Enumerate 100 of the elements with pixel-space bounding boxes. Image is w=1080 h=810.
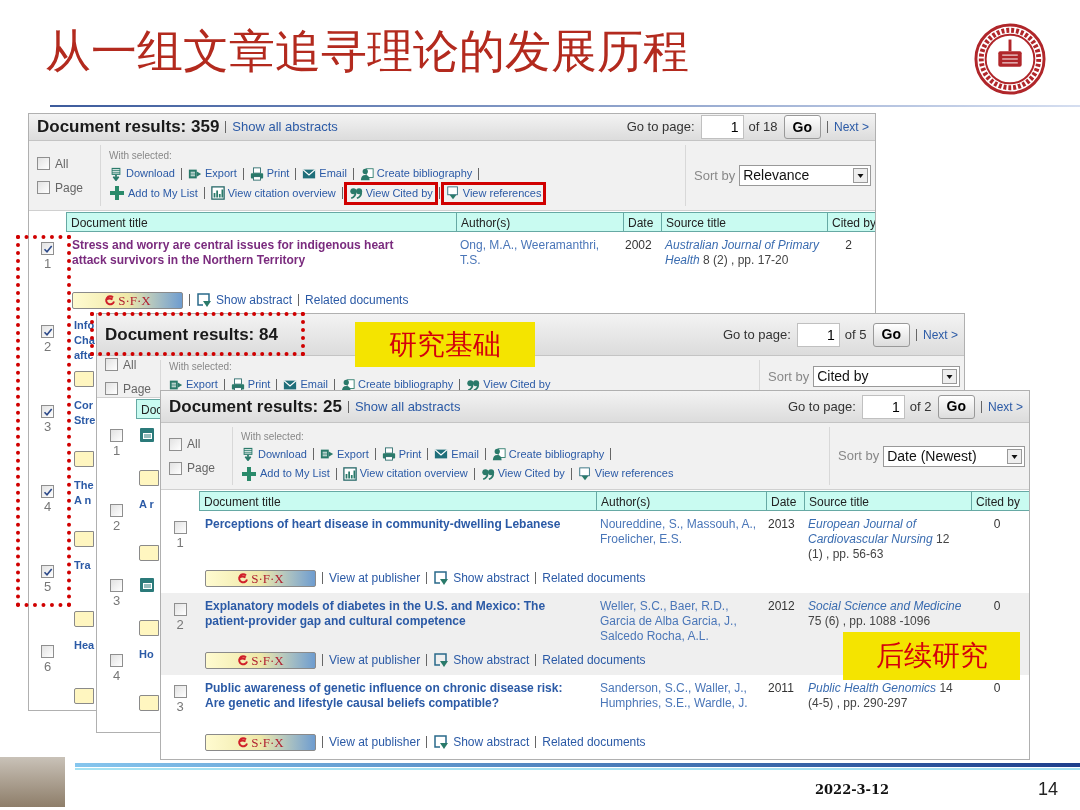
authors-link[interactable]: Noureddine, S., Massouh, A., Froelicher, E.S. [596,517,766,562]
toolbar-link[interactable]: Email [451,446,479,462]
checkbox[interactable] [105,382,118,395]
go-button[interactable]: Go [783,115,821,139]
checkbox[interactable] [41,485,54,498]
toolbar-link[interactable]: Print [266,166,290,181]
checkbox[interactable] [41,645,54,658]
column-header[interactable]: Author(s) [596,491,766,511]
toolbar-link[interactable]: View references [594,466,674,481]
toolbar-link[interactable]: View Cited by [483,377,551,392]
authors-link[interactable]: Ong, M.A., Weeramanthri, T.S. [456,238,623,268]
checkbox[interactable] [169,461,182,475]
toolbar-link[interactable]: Print [247,377,271,392]
page-field[interactable]: 1 [861,394,905,419]
show-abstracts-link[interactable]: Show all abstracts [354,396,461,417]
result-link[interactable]: Related documents [542,733,646,751]
checkbox[interactable] [105,358,118,371]
toolbar-link[interactable]: Export [186,377,218,392]
show-abstract-link[interactable]: Show abstract [433,651,530,669]
column-header[interactable]: Source title [661,212,827,232]
toolbar-link[interactable]: Download [126,166,175,181]
page-field[interactable]: 1 [700,115,744,139]
sfx-button[interactable] [74,371,94,387]
sfx-button[interactable] [74,531,94,547]
toolbar-link[interactable]: Download [258,446,307,462]
toolbar-link[interactable]: Export [204,166,237,181]
checkbox[interactable] [110,654,123,667]
toolbar-link[interactable]: Print [398,446,422,462]
column-header[interactable]: Cited by [971,491,1029,511]
sfx-button[interactable] [74,451,94,467]
column-header[interactable]: Source title [804,491,971,511]
document-title-link[interactable]: Stress and worry are central issues for indigenous heart attack survivors in the Northern Territory [72,238,456,268]
sfx-button[interactable]: S·F·X [205,651,316,669]
toolbar-link[interactable]: View citation overview [227,185,336,201]
checkbox[interactable] [169,437,182,451]
checkbox[interactable] [41,242,54,255]
toolbar-link[interactable]: View Cited by [497,466,565,481]
show-abstract-link[interactable]: Show abstract [433,569,530,587]
toolbar-link[interactable]: Email [319,166,347,181]
result-link[interactable]: Related documents [542,569,646,587]
sfx-button[interactable]: S·F·X [205,733,316,751]
sfx-button[interactable] [139,695,159,711]
column-header[interactable]: Author(s) [456,212,623,232]
toolbar-link[interactable]: View Cited by [365,185,433,201]
caret-icon[interactable] [1007,448,1022,464]
checkbox[interactable] [110,429,123,442]
checkbox[interactable] [173,521,187,534]
sfx-button[interactable] [74,688,94,704]
show-abstract-link[interactable]: Show abstract [196,291,293,309]
toolbar-link[interactable]: Add to My List [128,185,198,201]
sort-dropdown[interactable]: Date (Newest) [883,445,1025,467]
checkbox[interactable] [173,603,187,616]
checkbox[interactable] [37,157,50,170]
go-button[interactable]: Go [937,394,975,419]
column-header[interactable]: Date [623,212,661,232]
sfx-button[interactable]: S·F·X [72,291,183,309]
column-header[interactable]: Date [766,491,804,511]
toolbar-link[interactable]: Add to My List [260,466,330,481]
caret-icon[interactable] [942,369,957,384]
sfx-button[interactable]: S·F·X [205,569,316,587]
go-button[interactable]: Go [872,322,910,347]
column-header[interactable]: Document title [199,491,596,511]
sfx-button[interactable] [74,611,94,627]
toolbar-link[interactable]: Export [336,446,369,462]
authors-link[interactable]: Sanderson, S.C., Waller, J., Humphries, S.E., Wardle, J. [596,681,766,711]
sort-dropdown[interactable]: Cited by [813,366,960,387]
next-page-link[interactable]: Next > [834,118,869,136]
page-field[interactable]: 1 [796,322,840,347]
result-link[interactable]: Related documents [305,291,409,309]
toolbar-link[interactable]: Create bibliography [357,377,454,392]
sfx-button[interactable] [139,545,159,561]
checkbox[interactable] [173,685,187,698]
document-title-link[interactable]: Public awareness of genetic influence on chronic disease risk: Are genetic and lifestyle causal beliefs compatible? [205,681,596,711]
sfx-button[interactable] [139,620,159,636]
show-abstract-link[interactable]: Show abstract [433,733,530,751]
caret-icon[interactable] [853,168,868,183]
checkbox[interactable] [41,405,54,418]
document-title-link[interactable]: Perceptions of heart disease in community-dwelling Lebanese [205,517,596,562]
result-link[interactable]: View at publisher [329,733,421,751]
toolbar-link[interactable]: Create bibliography [508,446,605,462]
column-header[interactable]: Document title [66,212,456,232]
result-link[interactable]: View at publisher [329,569,421,587]
authors-link[interactable]: Weller, S.C., Baer, R.D., Garcia de Alba Garcia, J., Salcedo Rocha, A.L. [596,599,766,644]
checkbox[interactable] [37,181,50,194]
toolbar-link[interactable]: Email [300,377,328,392]
toolbar-link[interactable]: Create bibliography [376,166,473,181]
checkbox[interactable] [41,325,54,338]
next-page-link[interactable]: Next > [923,325,958,344]
checkbox[interactable] [110,504,123,517]
document-title-link[interactable]: Explanatory models of diabetes in the U.S. and Mexico: The patient-provider gap and cultural competence [205,599,596,644]
show-abstracts-link[interactable]: Show all abstracts [232,117,338,137]
result-link[interactable]: Related documents [542,651,646,669]
next-page-link[interactable]: Next > [988,397,1023,416]
checkbox[interactable] [41,565,54,578]
sort-dropdown[interactable]: Relevance [739,165,871,186]
result-link[interactable]: View at publisher [329,651,421,669]
sfx-button[interactable] [139,470,159,486]
toolbar-link[interactable]: View references [462,185,542,201]
toolbar-link[interactable]: View citation overview [359,466,468,481]
checkbox[interactable] [110,579,123,592]
